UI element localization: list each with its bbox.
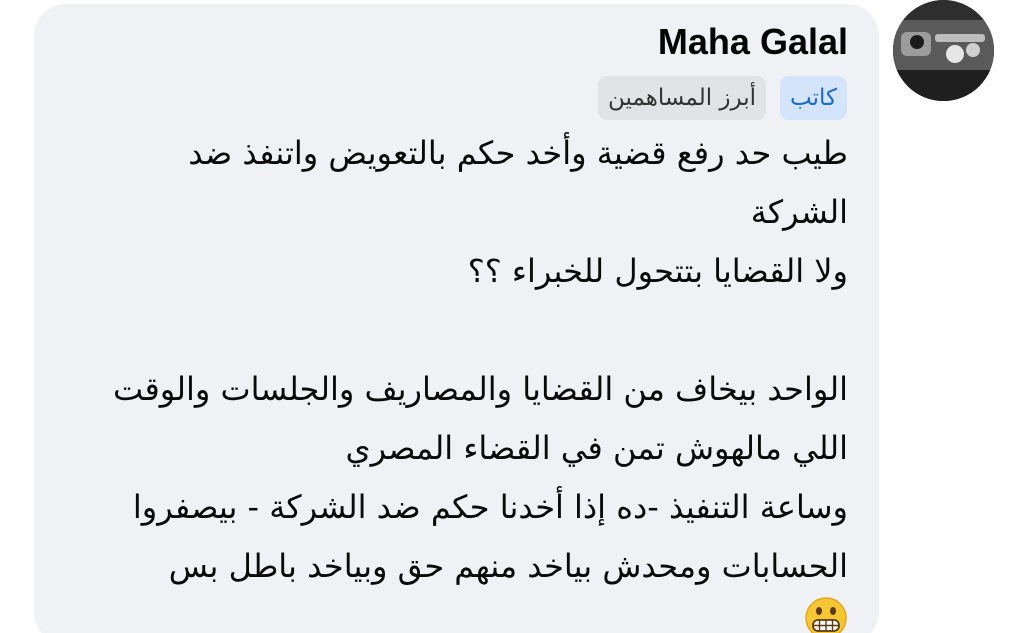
comment-line: ولا القضايا بتتحول للخبراء ؟؟	[467, 252, 848, 290]
writer-badge: كاتب	[780, 76, 847, 120]
comment-text: طيب حد رفع قضية وأخد حكم بالتعويض واتنفذ…	[58, 124, 848, 633]
grimacing-face-icon	[804, 596, 848, 633]
comment-line: طيب حد رفع قضية وأخد حكم بالتعويض واتنفذ…	[188, 134, 848, 172]
comment-screen: Maha Galal كاتب أبرز المساهمين طيب حد رف…	[0, 0, 1024, 633]
comment-line	[58, 301, 848, 360]
author-name[interactable]: Maha Galal	[658, 20, 848, 64]
top-contributor-badge: أبرز المساهمين	[598, 76, 766, 120]
comment-line: اللي مالهوش تمن في القضاء المصري	[345, 429, 848, 467]
comment-emoji-line	[58, 596, 848, 633]
comment-line: الشركة	[750, 193, 848, 231]
avatar[interactable]	[893, 0, 994, 101]
comment-line: الحسابات ومحدش بياخد منهم حق وبياخد باطل…	[168, 547, 848, 585]
comment-line: وساعة التنفيذ -ده إذا أخدنا حكم ضد الشرك…	[132, 488, 848, 526]
comment-line: الواحد بيخاف من القضايا والمصاريف والجلس…	[113, 370, 848, 408]
avatar-photo	[893, 0, 994, 101]
